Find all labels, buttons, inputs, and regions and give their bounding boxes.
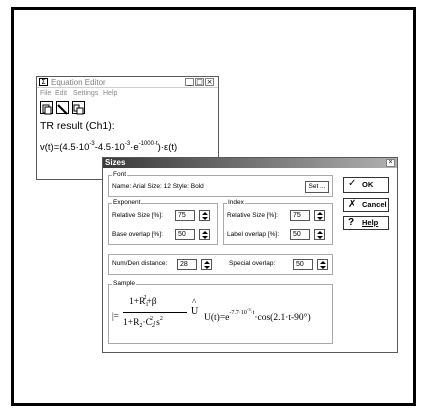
menu-help[interactable]: Help <box>103 89 117 99</box>
index-relative-size-input[interactable]: 75 <box>290 210 310 221</box>
cancel-button[interactable]: ✗ Cancel <box>343 198 389 212</box>
numden-distance-label: Num/Den distance: <box>112 260 168 267</box>
maximize-button[interactable]: □ <box>195 78 204 86</box>
check-icon: ✓ <box>348 178 357 189</box>
close-button[interactable]: × <box>205 78 214 86</box>
equation-editor-titlebar[interactable]: Σ Equation Editor _ □ × <box>37 77 218 88</box>
index-relative-size-spinner[interactable] <box>314 210 325 221</box>
distance-group: Num/Den distance: 28 Special overlap: 50 <box>108 254 333 275</box>
exponent-relative-size-label: Relative Size [%]: <box>112 212 163 219</box>
index-group: Index Relative Size [%]: 75 Label overla… <box>223 199 333 245</box>
fraction-bar <box>123 312 187 313</box>
menu-bar: File Edit Settings Help <box>37 89 218 99</box>
label-overlap-input[interactable]: 50 <box>290 229 310 240</box>
cross-icon: ✗ <box>348 199 357 210</box>
sample-legend: Sample <box>112 280 137 288</box>
dialog-title: Sizes <box>105 158 126 167</box>
menu-edit[interactable]: Edit <box>55 89 67 99</box>
sizes-titlebar[interactable]: Sizes × <box>103 158 397 168</box>
sample-group: Sample |= 1+R12+β 1+R2·C22·s2 ^ U U(t)=e… <box>108 280 333 344</box>
result-expression: v(t)=(4.5·10-3-4.5·10-3·e-1000·t)·ε(t) <box>40 141 178 153</box>
menu-file[interactable]: File <box>40 89 51 99</box>
minimize-button[interactable]: _ <box>185 78 194 86</box>
sample-denominator: 1+R2·C22·s2 <box>123 316 163 329</box>
toolbar <box>40 101 100 115</box>
menu-settings[interactable]: Settings <box>73 89 98 99</box>
sample-numerator: 1+R12+β <box>129 295 157 308</box>
exponent-group: Exponent Relative Size [%]: 75 Base over… <box>108 199 218 245</box>
close-button[interactable]: × <box>386 159 395 167</box>
exponent-legend: Exponent <box>112 199 142 207</box>
index-relative-size-label: Relative Size [%]: <box>227 212 278 219</box>
pen-icon[interactable] <box>56 101 69 115</box>
help-button[interactable]: ? Help <box>343 216 389 230</box>
numden-distance-input[interactable]: 28 <box>177 259 197 270</box>
ok-button[interactable]: ✓ OK <box>343 177 389 193</box>
sample-expression: U(t)=e-7.7·10-3·t·cos(2.1·t-90°) <box>204 307 311 323</box>
base-overlap-label: Base overlap [%]: <box>112 231 163 238</box>
hat-u: U <box>191 306 199 317</box>
numden-distance-spinner[interactable] <box>201 259 212 270</box>
window-title: Equation Editor <box>51 78 106 87</box>
font-legend: Font <box>112 171 128 179</box>
set-font-button[interactable]: Set ... <box>305 181 329 193</box>
copy-icon[interactable] <box>72 101 85 115</box>
sigma-app-icon: Σ <box>39 78 48 86</box>
base-overlap-spinner[interactable] <box>199 229 210 240</box>
special-overlap-input[interactable]: 50 <box>293 259 313 270</box>
document-icon[interactable] <box>40 101 53 115</box>
label-overlap-spinner[interactable] <box>314 229 325 240</box>
exponent-relative-size-input[interactable]: 75 <box>175 210 195 221</box>
special-overlap-spinner[interactable] <box>317 259 328 270</box>
font-group: Font Name: Arial Size: 12 Style: Bold Se… <box>108 171 333 197</box>
sizes-dialog: Sizes × Font Name: Arial Size: 12 Style:… <box>102 157 398 353</box>
font-name-label: Name: Arial Size: 12 Style: Bold <box>112 183 204 190</box>
exponent-relative-size-spinner[interactable] <box>199 210 210 221</box>
label-overlap-label: Label overlap [%]: <box>227 231 280 238</box>
base-overlap-input[interactable]: 50 <box>175 229 195 240</box>
index-legend: Index <box>227 199 245 207</box>
sample-prefix: |= <box>112 311 119 321</box>
question-icon: ? <box>348 217 355 228</box>
result-label: TR result (Ch1): <box>40 120 115 132</box>
special-overlap-label: Special overlap: <box>229 260 276 267</box>
